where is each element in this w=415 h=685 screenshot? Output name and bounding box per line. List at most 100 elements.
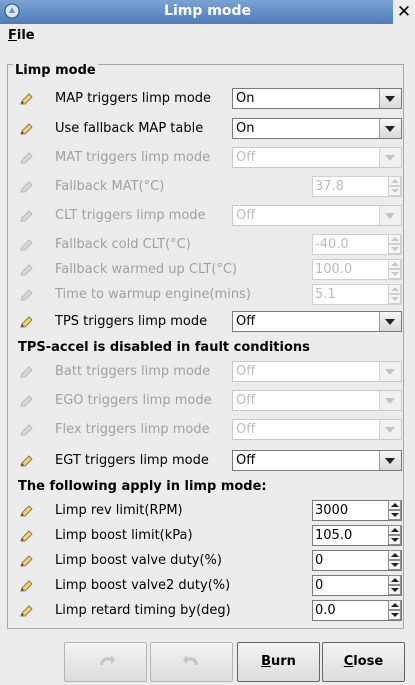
pencil-icon (20, 239, 33, 251)
ego-triggers-limp-mode-select: Off (232, 390, 402, 411)
spinner-value: 105.0 (315, 528, 353, 543)
chevron-down-icon (379, 206, 401, 225)
close-icon[interactable]: ✕ (393, 0, 415, 24)
limp-boost-valve2-duty-spinner[interactable]: 0 (312, 575, 402, 596)
clt-triggers-limp-mode-select: Off (232, 205, 402, 226)
pencil-icon (20, 366, 33, 378)
spinner-down-icon (388, 294, 401, 304)
spinner-up-icon[interactable] (388, 525, 401, 535)
close-button[interactable]: Close (322, 642, 405, 682)
row-label: Use fallback MAP table (55, 121, 204, 136)
pencil-icon[interactable] (19, 555, 33, 569)
pencil-icon[interactable] (19, 93, 33, 107)
title-bar[interactable]: Limp mode ✕ (0, 0, 415, 25)
row-mat-triggers-limp-mode: MAT triggers limp mode Off (15, 146, 405, 170)
redo-button[interactable] (150, 642, 233, 682)
pencil-icon (20, 264, 33, 276)
row-fallback-warmed-up-clt: Fallback warmed up CLT(°C) 100.0 (15, 258, 405, 282)
redo-icon (183, 655, 198, 665)
spinner-up-icon[interactable] (388, 500, 401, 510)
apply-in-limp-mode-note: The following apply in limp mode: (18, 479, 267, 494)
pencil-icon[interactable] (19, 123, 33, 137)
row-use-fallback-map-table: Use fallback MAP table On (15, 117, 405, 141)
bottom-button-bar: Burn Close (0, 634, 415, 685)
file-menu-label: ile (16, 28, 35, 43)
chevron-down-icon (379, 148, 401, 167)
spinner-value: 0 (315, 553, 324, 568)
pencil-icon[interactable] (19, 455, 33, 469)
pencil-icon (20, 395, 33, 407)
undo-button[interactable] (64, 642, 147, 682)
spinner-down-icon[interactable] (388, 535, 401, 545)
tps-triggers-limp-mode-select[interactable]: Off (232, 311, 402, 332)
row-fallback-mat: Fallback MAT(°C) 37.8 (15, 175, 405, 199)
pencil-icon (20, 424, 33, 436)
spinner-down-icon[interactable] (388, 585, 401, 595)
burn-mnemonic: B (261, 654, 271, 669)
spinner-up-icon (388, 284, 401, 294)
row-time-to-warmup-engine: Time to warmup engine(mins) 5.1 (15, 283, 405, 307)
fallback-mat-spinner: 37.8 (312, 176, 402, 197)
row-label: Limp boost valve duty(%) (55, 553, 222, 568)
limp-boost-limit-spinner[interactable]: 105.0 (312, 525, 402, 546)
burn-button[interactable]: Burn (237, 642, 320, 682)
batt-triggers-limp-mode-select: Off (232, 361, 402, 382)
chevron-down-icon (379, 362, 401, 381)
spinner-value: 37.8 (315, 179, 344, 194)
file-menu-mnemonic: F (8, 28, 17, 43)
limp-rev-limit-spinner[interactable]: 3000 (312, 500, 402, 521)
row-label: TPS triggers limp mode (55, 314, 208, 329)
spinner-value: 0 (315, 578, 324, 593)
row-ego-triggers-limp-mode: EGO triggers limp mode Off (15, 389, 405, 413)
chevron-down-icon (379, 391, 401, 410)
spinner-down-icon[interactable] (388, 610, 401, 620)
row-batt-triggers-limp-mode: Batt triggers limp mode Off (15, 360, 405, 384)
chevron-down-icon[interactable] (379, 89, 401, 108)
limp-retard-timing-spinner[interactable]: 0.0 (312, 600, 402, 621)
use-fallback-map-table-select[interactable]: On (232, 118, 402, 139)
limp-boost-valve-duty-spinner[interactable]: 0 (312, 550, 402, 571)
pencil-icon[interactable] (19, 505, 33, 519)
chevron-down-icon[interactable] (379, 451, 401, 470)
spinner-value: -40.0 (315, 237, 349, 252)
spinner-down-icon[interactable] (388, 510, 401, 520)
pencil-icon[interactable] (19, 316, 33, 330)
select-value: On (236, 121, 255, 136)
pencil-icon[interactable] (19, 580, 33, 594)
chevron-down-icon[interactable] (379, 119, 401, 138)
mat-triggers-limp-mode-select: Off (232, 147, 402, 168)
spinner-down-icon[interactable] (388, 560, 401, 570)
spinner-up-icon[interactable] (388, 575, 401, 585)
select-value: Off (236, 393, 256, 408)
select-value: Off (236, 150, 256, 165)
chevron-down-icon[interactable] (379, 312, 401, 331)
close-mnemonic: C (343, 654, 354, 669)
pencil-icon (20, 152, 33, 164)
egt-triggers-limp-mode-select[interactable]: Off (232, 450, 402, 471)
spinner-value: 5.1 (315, 287, 336, 302)
row-limp-boost-valve-duty: Limp boost valve duty(%) 0 (15, 549, 405, 573)
select-value: On (236, 91, 255, 106)
fallback-cold-clt-spinner: -40.0 (312, 234, 402, 255)
row-egt-triggers-limp-mode: EGT triggers limp mode Off (15, 449, 405, 473)
row-label: Flex triggers limp mode (55, 422, 210, 437)
row-label: Fallback cold CLT(°C) (55, 237, 191, 252)
map-triggers-limp-mode-select[interactable]: On (232, 88, 402, 109)
select-value: Off (236, 208, 256, 223)
fallback-warmed-up-clt-spinner: 100.0 (312, 259, 402, 280)
burn-rest: urn (271, 654, 296, 669)
chevron-down-icon (379, 420, 401, 439)
pencil-icon[interactable] (19, 530, 33, 544)
spinner-up-icon[interactable] (388, 550, 401, 560)
row-limp-rev-limit: Limp rev limit(RPM) 3000 (15, 499, 405, 523)
row-label: Limp retard timing by(deg) (55, 603, 231, 618)
spinner-down-icon (388, 269, 401, 279)
spinner-up-icon[interactable] (388, 600, 401, 610)
select-value: Off (236, 453, 256, 468)
spinner-up-icon (388, 259, 401, 269)
pencil-icon (20, 181, 33, 193)
row-tps-triggers-limp-mode: TPS triggers limp mode Off (15, 310, 405, 334)
pencil-icon[interactable] (19, 605, 33, 619)
group-title: Limp mode (13, 63, 98, 78)
file-menu[interactable]: File (8, 28, 35, 43)
